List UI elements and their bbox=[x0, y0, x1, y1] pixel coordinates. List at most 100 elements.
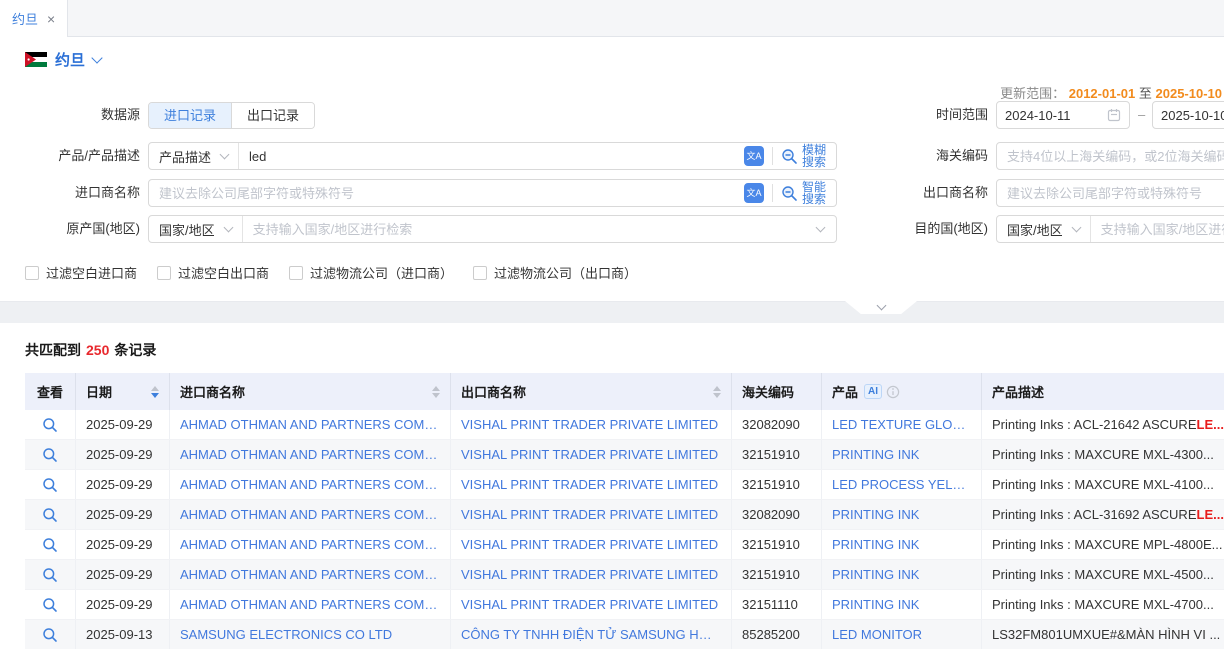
importer-link[interactable]: SAMSUNG ELECTRONICS CO LTD bbox=[180, 627, 392, 642]
view-cell bbox=[25, 470, 76, 499]
tab-close-icon[interactable]: × bbox=[47, 12, 55, 26]
product-link[interactable]: PRINTING INK bbox=[832, 537, 919, 552]
importer-link[interactable]: AHMAD OTHMAN AND PARTNERS COMPA... bbox=[180, 507, 440, 522]
fuzzy-search-button[interactable]: 模糊搜索 bbox=[773, 144, 836, 168]
date-cell: 2025-09-29 bbox=[76, 500, 170, 529]
product-label: 产品/产品描述 bbox=[0, 142, 140, 170]
exporter-field bbox=[996, 179, 1224, 207]
description-cell: Printing Inks : ACL-31692 ASCURE LE... bbox=[982, 500, 1224, 529]
date-cell: 2025-09-29 bbox=[76, 590, 170, 619]
view-detail-magnifier-icon[interactable] bbox=[42, 627, 58, 643]
product-type-select[interactable]: 产品描述 bbox=[149, 143, 239, 169]
checkbox-icon[interactable] bbox=[473, 266, 487, 280]
table-row: 2025-09-29 AHMAD OTHMAN AND PARTNERS COM… bbox=[25, 410, 1224, 440]
view-detail-magnifier-icon[interactable] bbox=[42, 477, 58, 493]
import-records-button[interactable]: 进口记录 bbox=[149, 103, 231, 128]
checkbox-label: 过滤物流公司（进口商） bbox=[310, 263, 453, 282]
sort-icon[interactable] bbox=[432, 386, 440, 398]
importer-link[interactable]: AHMAD OTHMAN AND PARTNERS COMPA... bbox=[180, 567, 440, 582]
translate-icon[interactable]: 文A bbox=[744, 183, 764, 203]
importer-link[interactable]: AHMAD OTHMAN AND PARTNERS COMPA... bbox=[180, 537, 440, 552]
chevron-down-icon bbox=[876, 301, 886, 311]
sort-icon[interactable] bbox=[151, 386, 159, 398]
product-link[interactable]: LED PROCESS YELLOW... bbox=[832, 477, 971, 492]
table-row: 2025-09-29 AHMAD OTHMAN AND PARTNERS COM… bbox=[25, 530, 1224, 560]
highlighted-term: LE... bbox=[1197, 507, 1224, 522]
exporter-link[interactable]: VISHAL PRINT TRADER PRIVATE LIMITED bbox=[461, 507, 718, 522]
export-records-button[interactable]: 出口记录 bbox=[231, 103, 314, 128]
product-link[interactable]: PRINTING INK bbox=[832, 507, 919, 522]
origin-country-select[interactable]: 国家/地区 bbox=[149, 216, 243, 242]
dest-country-select[interactable]: 国家/地区 bbox=[997, 216, 1091, 242]
header-exporter[interactable]: 出口商名称 bbox=[451, 373, 732, 410]
hs-code-cell: 32151910 bbox=[732, 560, 822, 589]
view-cell bbox=[25, 530, 76, 559]
product-link[interactable]: LED MONITOR bbox=[832, 627, 922, 642]
exporter-link[interactable]: VISHAL PRINT TRADER PRIVATE LIMITED bbox=[461, 567, 718, 582]
view-cell bbox=[25, 440, 76, 469]
view-detail-magnifier-icon[interactable] bbox=[42, 447, 58, 463]
exporter-link[interactable]: CÔNG TY TNHH ĐIỆN TỬ SAMSUNG HCMC... bbox=[461, 627, 721, 642]
update-range: 更新范围： 2012-01-01 至 2025-10-10 bbox=[1000, 83, 1222, 102]
exporter-link[interactable]: VISHAL PRINT TRADER PRIVATE LIMITED bbox=[461, 477, 718, 492]
exporter-label: 出口商名称 bbox=[850, 179, 988, 207]
checkbox-label: 过滤空白出口商 bbox=[178, 263, 269, 282]
dest-country-input[interactable] bbox=[1091, 222, 1224, 237]
checkbox-icon[interactable] bbox=[25, 266, 39, 280]
importer-input[interactable] bbox=[149, 186, 744, 201]
smart-search-button[interactable]: 智能搜索 bbox=[773, 181, 836, 205]
hs-code-label: 海关编码 bbox=[850, 142, 988, 170]
sort-icon[interactable] bbox=[713, 386, 721, 398]
chevron-down-icon bbox=[223, 223, 233, 233]
product-link[interactable]: LED TEXTURE GLOSS ... bbox=[832, 417, 971, 432]
date-start-value: 2024-10-11 bbox=[1005, 108, 1101, 123]
exporter-link[interactable]: VISHAL PRINT TRADER PRIVATE LIMITED bbox=[461, 417, 718, 432]
data-source-label: 数据源 bbox=[0, 101, 140, 129]
view-detail-magnifier-icon[interactable] bbox=[42, 507, 58, 523]
checkbox-filter-logistics-exporter[interactable]: 过滤物流公司（出口商） bbox=[473, 263, 637, 282]
product-link[interactable]: PRINTING INK bbox=[832, 447, 919, 462]
fuzzy-search-label: 模糊搜索 bbox=[802, 144, 828, 168]
checkbox-icon[interactable] bbox=[157, 266, 171, 280]
info-icon[interactable] bbox=[886, 385, 900, 399]
view-detail-magnifier-icon[interactable] bbox=[42, 537, 58, 553]
exporter-input[interactable] bbox=[997, 186, 1224, 201]
view-detail-magnifier-icon[interactable] bbox=[42, 417, 58, 433]
description-cell: Printing Inks : MAXCURE MXL-4300... bbox=[982, 440, 1224, 469]
date-start-input[interactable]: 2024-10-11 bbox=[996, 101, 1130, 129]
table-row: 2025-09-13 SAMSUNG ELECTRONICS CO LTD CÔ… bbox=[25, 620, 1224, 649]
data-source-toggle: 进口记录 出口记录 bbox=[148, 102, 315, 129]
exporter-link[interactable]: VISHAL PRINT TRADER PRIVATE LIMITED bbox=[461, 447, 718, 462]
importer-search-group: 文A 智能搜索 bbox=[148, 179, 837, 207]
origin-country-input[interactable] bbox=[243, 222, 817, 237]
country-selector[interactable]: 约旦 bbox=[25, 49, 101, 70]
product-search-input[interactable] bbox=[239, 149, 744, 164]
product-link[interactable]: PRINTING INK bbox=[832, 567, 919, 582]
importer-link[interactable]: AHMAD OTHMAN AND PARTNERS COMPA... bbox=[180, 447, 440, 462]
importer-link[interactable]: AHMAD OTHMAN AND PARTNERS COMPA... bbox=[180, 417, 440, 432]
header-date[interactable]: 日期 bbox=[76, 373, 170, 410]
importer-link[interactable]: AHMAD OTHMAN AND PARTNERS COMPA... bbox=[180, 597, 440, 612]
date-cell: 2025-09-13 bbox=[76, 620, 170, 649]
table-row: 2025-09-29 AHMAD OTHMAN AND PARTNERS COM… bbox=[25, 440, 1224, 470]
checkbox-filter-blank-importer[interactable]: 过滤空白进口商 bbox=[25, 263, 137, 282]
checkbox-filter-blank-exporter[interactable]: 过滤空白出口商 bbox=[157, 263, 269, 282]
exporter-link[interactable]: VISHAL PRINT TRADER PRIVATE LIMITED bbox=[461, 597, 718, 612]
tab-jordan[interactable]: 约旦 × bbox=[0, 0, 68, 37]
product-link[interactable]: PRINTING INK bbox=[832, 597, 919, 612]
hs-code-input[interactable] bbox=[997, 149, 1224, 164]
exporter-link[interactable]: VISHAL PRINT TRADER PRIVATE LIMITED bbox=[461, 537, 718, 552]
header-importer[interactable]: 进口商名称 bbox=[170, 373, 451, 410]
view-detail-magnifier-icon[interactable] bbox=[42, 597, 58, 613]
view-detail-magnifier-icon[interactable] bbox=[42, 567, 58, 583]
product-type-value: 产品描述 bbox=[159, 147, 211, 166]
tab-title: 约旦 bbox=[12, 9, 38, 28]
date-end-input[interactable]: 2025-10-10 bbox=[1152, 101, 1224, 129]
update-range-label: 更新范围： bbox=[1000, 86, 1065, 101]
checkbox-icon[interactable] bbox=[289, 266, 303, 280]
hs-code-cell: 85285200 bbox=[732, 620, 822, 649]
importer-link[interactable]: AHMAD OTHMAN AND PARTNERS COMPA... bbox=[180, 477, 440, 492]
checkbox-filter-logistics-importer[interactable]: 过滤物流公司（进口商） bbox=[289, 263, 453, 282]
summary-suffix: 条记录 bbox=[114, 342, 156, 358]
translate-icon[interactable]: 文A bbox=[744, 146, 764, 166]
